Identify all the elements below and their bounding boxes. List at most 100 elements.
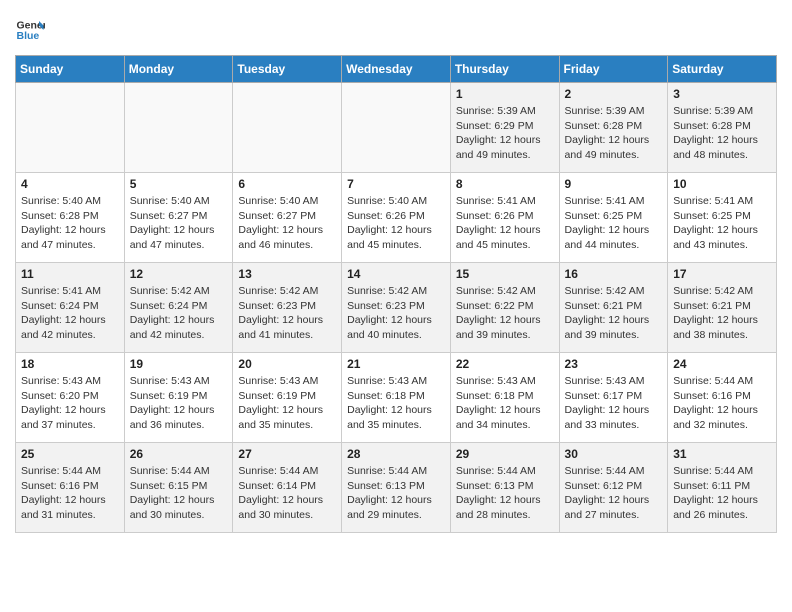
day-header-friday: Friday [559,56,668,83]
day-number: 31 [673,447,771,461]
calendar-cell: 7 Sunrise: 5:40 AM Sunset: 6:26 PM Daylig… [342,173,451,263]
day-number: 13 [238,267,336,281]
day-header-tuesday: Tuesday [233,56,342,83]
day-number: 16 [565,267,663,281]
page-header: General Blue [15,15,777,45]
day-info: Sunrise: 5:43 AM Sunset: 6:18 PM Dayligh… [456,374,554,433]
day-number: 12 [130,267,228,281]
day-header-thursday: Thursday [450,56,559,83]
day-info: Sunrise: 5:39 AM Sunset: 6:29 PM Dayligh… [456,104,554,163]
day-info: Sunrise: 5:39 AM Sunset: 6:28 PM Dayligh… [565,104,663,163]
calendar-cell: 30 Sunrise: 5:44 AM Sunset: 6:12 PM Dayli… [559,443,668,533]
calendar-week-2: 4 Sunrise: 5:40 AM Sunset: 6:28 PM Daylig… [16,173,777,263]
day-number: 6 [238,177,336,191]
calendar-cell: 10 Sunrise: 5:41 AM Sunset: 6:25 PM Dayli… [668,173,777,263]
calendar-cell: 25 Sunrise: 5:44 AM Sunset: 6:16 PM Dayli… [16,443,125,533]
day-number: 19 [130,357,228,371]
day-info: Sunrise: 5:40 AM Sunset: 6:26 PM Dayligh… [347,194,445,253]
calendar-cell [342,83,451,173]
day-number: 20 [238,357,336,371]
day-number: 3 [673,87,771,101]
day-info: Sunrise: 5:44 AM Sunset: 6:12 PM Dayligh… [565,464,663,523]
calendar-cell: 20 Sunrise: 5:43 AM Sunset: 6:19 PM Dayli… [233,353,342,443]
svg-text:Blue: Blue [17,30,40,42]
day-number: 17 [673,267,771,281]
calendar-cell: 8 Sunrise: 5:41 AM Sunset: 6:26 PM Daylig… [450,173,559,263]
calendar-cell: 23 Sunrise: 5:43 AM Sunset: 6:17 PM Dayli… [559,353,668,443]
day-info: Sunrise: 5:41 AM Sunset: 6:26 PM Dayligh… [456,194,554,253]
day-info: Sunrise: 5:44 AM Sunset: 6:13 PM Dayligh… [456,464,554,523]
day-number: 11 [21,267,119,281]
day-number: 21 [347,357,445,371]
day-number: 8 [456,177,554,191]
calendar-cell: 17 Sunrise: 5:42 AM Sunset: 6:21 PM Dayli… [668,263,777,353]
calendar-cell: 21 Sunrise: 5:43 AM Sunset: 6:18 PM Dayli… [342,353,451,443]
day-info: Sunrise: 5:40 AM Sunset: 6:28 PM Dayligh… [21,194,119,253]
calendar-week-5: 25 Sunrise: 5:44 AM Sunset: 6:16 PM Dayli… [16,443,777,533]
calendar-cell: 15 Sunrise: 5:42 AM Sunset: 6:22 PM Dayli… [450,263,559,353]
day-info: Sunrise: 5:43 AM Sunset: 6:17 PM Dayligh… [565,374,663,433]
day-info: Sunrise: 5:42 AM Sunset: 6:22 PM Dayligh… [456,284,554,343]
calendar-cell: 11 Sunrise: 5:41 AM Sunset: 6:24 PM Dayli… [16,263,125,353]
day-info: Sunrise: 5:42 AM Sunset: 6:21 PM Dayligh… [673,284,771,343]
day-header-sunday: Sunday [16,56,125,83]
calendar-cell [124,83,233,173]
day-number: 5 [130,177,228,191]
calendar-cell: 16 Sunrise: 5:42 AM Sunset: 6:21 PM Dayli… [559,263,668,353]
day-info: Sunrise: 5:42 AM Sunset: 6:24 PM Dayligh… [130,284,228,343]
logo: General Blue [15,15,50,45]
day-info: Sunrise: 5:41 AM Sunset: 6:24 PM Dayligh… [21,284,119,343]
day-number: 25 [21,447,119,461]
day-info: Sunrise: 5:44 AM Sunset: 6:14 PM Dayligh… [238,464,336,523]
day-info: Sunrise: 5:40 AM Sunset: 6:27 PM Dayligh… [130,194,228,253]
calendar-cell: 12 Sunrise: 5:42 AM Sunset: 6:24 PM Dayli… [124,263,233,353]
day-header-saturday: Saturday [668,56,777,83]
calendar-cell: 18Sunrise: 5:43 AM Sunset: 6:20 PM Dayli… [16,353,125,443]
day-info: Sunrise: 5:40 AM Sunset: 6:27 PM Dayligh… [238,194,336,253]
calendar-cell: 2Sunrise: 5:39 AM Sunset: 6:28 PM Daylig… [559,83,668,173]
day-info: Sunrise: 5:42 AM Sunset: 6:21 PM Dayligh… [565,284,663,343]
day-number: 10 [673,177,771,191]
day-number: 22 [456,357,554,371]
day-info: Sunrise: 5:43 AM Sunset: 6:19 PM Dayligh… [130,374,228,433]
calendar-cell: 27 Sunrise: 5:44 AM Sunset: 6:14 PM Dayli… [233,443,342,533]
day-number: 4 [21,177,119,191]
calendar-week-4: 18Sunrise: 5:43 AM Sunset: 6:20 PM Dayli… [16,353,777,443]
calendar-table: SundayMondayTuesdayWednesdayThursdayFrid… [15,55,777,533]
day-info: Sunrise: 5:41 AM Sunset: 6:25 PM Dayligh… [673,194,771,253]
day-info: Sunrise: 5:44 AM Sunset: 6:16 PM Dayligh… [673,374,771,433]
day-info: Sunrise: 5:42 AM Sunset: 6:23 PM Dayligh… [347,284,445,343]
day-info: Sunrise: 5:43 AM Sunset: 6:19 PM Dayligh… [238,374,336,433]
day-number: 7 [347,177,445,191]
day-header-wednesday: Wednesday [342,56,451,83]
calendar-cell: 28 Sunrise: 5:44 AM Sunset: 6:13 PM Dayli… [342,443,451,533]
day-number: 30 [565,447,663,461]
calendar-cell: 13 Sunrise: 5:42 AM Sunset: 6:23 PM Dayli… [233,263,342,353]
calendar-cell [233,83,342,173]
day-number: 15 [456,267,554,281]
day-number: 23 [565,357,663,371]
day-number: 18 [21,357,119,371]
calendar-cell: 5 Sunrise: 5:40 AM Sunset: 6:27 PM Daylig… [124,173,233,263]
day-number: 28 [347,447,445,461]
calendar-cell: 31 Sunrise: 5:44 AM Sunset: 6:11 PM Dayli… [668,443,777,533]
day-info: Sunrise: 5:43 AM Sunset: 6:18 PM Dayligh… [347,374,445,433]
calendar-cell: 26Sunrise: 5:44 AM Sunset: 6:15 PM Dayli… [124,443,233,533]
day-number: 29 [456,447,554,461]
day-info: Sunrise: 5:44 AM Sunset: 6:13 PM Dayligh… [347,464,445,523]
day-info: Sunrise: 5:44 AM Sunset: 6:16 PM Dayligh… [21,464,119,523]
calendar-cell: 4 Sunrise: 5:40 AM Sunset: 6:28 PM Daylig… [16,173,125,263]
day-info: Sunrise: 5:44 AM Sunset: 6:15 PM Dayligh… [130,464,228,523]
day-info: Sunrise: 5:42 AM Sunset: 6:23 PM Dayligh… [238,284,336,343]
day-number: 24 [673,357,771,371]
calendar-cell [16,83,125,173]
calendar-cell: 3Sunrise: 5:39 AM Sunset: 6:28 PM Daylig… [668,83,777,173]
calendar-week-3: 11 Sunrise: 5:41 AM Sunset: 6:24 PM Dayli… [16,263,777,353]
calendar-cell: 22 Sunrise: 5:43 AM Sunset: 6:18 PM Dayli… [450,353,559,443]
calendar-cell: 29 Sunrise: 5:44 AM Sunset: 6:13 PM Dayli… [450,443,559,533]
day-info: Sunrise: 5:44 AM Sunset: 6:11 PM Dayligh… [673,464,771,523]
calendar-week-1: 1 Sunrise: 5:39 AM Sunset: 6:29 PM Daylig… [16,83,777,173]
day-number: 1 [456,87,554,101]
day-number: 27 [238,447,336,461]
calendar-cell: 9Sunrise: 5:41 AM Sunset: 6:25 PM Daylig… [559,173,668,263]
